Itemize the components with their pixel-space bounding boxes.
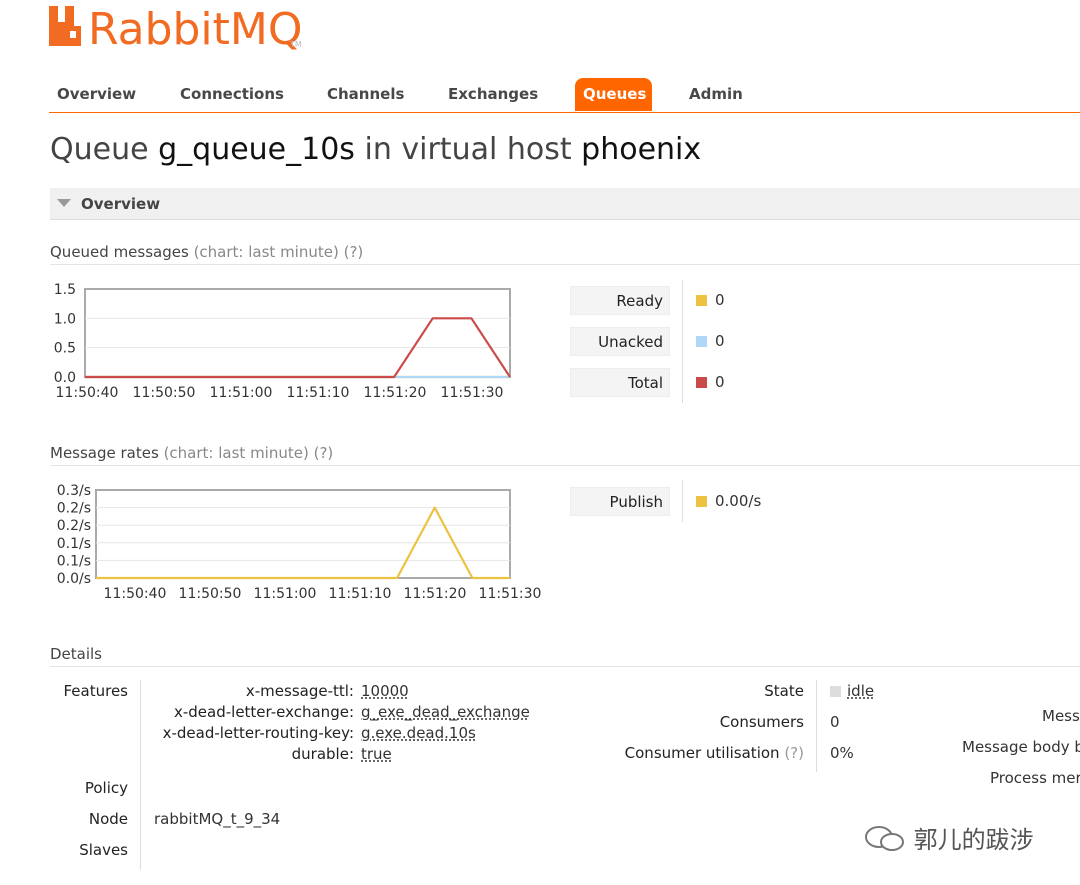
queue-name: g_queue_10s bbox=[158, 132, 355, 167]
legend-total-label: Total bbox=[570, 368, 670, 397]
details-divider-left bbox=[140, 680, 141, 870]
tab-channels[interactable]: Channels bbox=[319, 78, 412, 111]
queued-messages-heading: Queued messages (chart: last minute) (?) bbox=[50, 243, 1080, 265]
wechat-icon bbox=[865, 826, 904, 851]
overview-section-label: Overview bbox=[81, 195, 161, 213]
tab-admin[interactable]: Admin bbox=[681, 78, 751, 111]
consumers-label: Consumers bbox=[719, 713, 804, 731]
tab-exchanges[interactable]: Exchanges bbox=[440, 78, 546, 111]
rates-chart-x-tick-label: 11:50:50 bbox=[179, 586, 242, 602]
collapse-triangle-icon bbox=[57, 199, 71, 207]
legend-unacked-label: Unacked bbox=[570, 327, 670, 356]
publish-swatch bbox=[696, 496, 707, 507]
feature-value-ttl[interactable]: 10000 bbox=[361, 682, 409, 700]
message-rates-heading: Message rates (chart: last minute) (?) bbox=[50, 444, 1080, 466]
queued-chart-x-tick-label: 11:50:50 bbox=[133, 385, 196, 401]
details-divider-mid bbox=[816, 680, 817, 772]
queued-chart-y-tick-label: 1.5 bbox=[54, 282, 76, 298]
rates-chart-x-tick-label: 11:51:00 bbox=[254, 586, 317, 602]
legend-unacked-value: 0 bbox=[696, 327, 725, 356]
total-swatch bbox=[696, 377, 707, 388]
feature-value-dlrk[interactable]: g.exe.dead.10s bbox=[361, 724, 476, 742]
legend-publish-label: Publish bbox=[570, 487, 670, 516]
rabbit-logo-icon bbox=[49, 6, 81, 46]
rates-chart-y-tick-label: 0.2/s bbox=[57, 518, 91, 534]
ready-swatch bbox=[696, 295, 707, 306]
queued-messages-chart: 0.0 0.5 1.0 1.5 11:50:40 11:50:50 11:51:00 11:5… bbox=[54, 282, 511, 401]
logo-trademark: TM bbox=[290, 40, 302, 49]
legend-ready-label: Ready bbox=[570, 286, 670, 315]
consumer-utilisation-label: Consumer utilisation (?) bbox=[624, 744, 804, 762]
legend-divider bbox=[682, 280, 683, 403]
tab-queues[interactable]: Queues bbox=[575, 78, 652, 111]
overview-section-toggle[interactable]: Overview bbox=[50, 188, 1080, 220]
title-prefix: Queue bbox=[50, 132, 149, 167]
queued-chart-y-tick-label: 1.0 bbox=[54, 311, 76, 327]
rates-chart-y-tick-label: 0.1/s bbox=[57, 536, 91, 552]
consumer-utilisation-value: 0% bbox=[830, 744, 854, 762]
rates-legend-divider bbox=[682, 480, 683, 522]
state-value: idle bbox=[830, 682, 874, 700]
node-label: Node bbox=[88, 810, 128, 828]
rates-chart-y-tick-label: 0.3/s bbox=[57, 483, 91, 499]
consumers-value: 0 bbox=[830, 713, 840, 731]
feature-value-dlx[interactable]: g_exe_dead_exchange bbox=[361, 703, 530, 721]
tab-connections[interactable]: Connections bbox=[172, 78, 292, 111]
queued-chart-x-tick-label: 11:50:40 bbox=[56, 385, 119, 401]
right-col-label-2: Message body b bbox=[962, 738, 1080, 756]
feature-key-durable: durable: bbox=[291, 745, 354, 763]
rates-chart-x-tick-label: 11:51:30 bbox=[479, 586, 542, 602]
legend-ready-value: 0 bbox=[696, 286, 725, 315]
queued-chart-x-tick-label: 11:51:00 bbox=[210, 385, 273, 401]
message-rates-label: Message rates bbox=[50, 444, 159, 462]
policy-label: Policy bbox=[84, 779, 128, 797]
rates-chart-x-tick-label: 11:51:20 bbox=[404, 586, 467, 602]
rabbitmq-logo bbox=[49, 6, 87, 56]
queued-messages-hint[interactable]: (chart: last minute) (?) bbox=[194, 243, 364, 261]
legend-total-value: 0 bbox=[696, 368, 725, 397]
tab-overview[interactable]: Overview bbox=[49, 78, 144, 111]
queued-chart-x-tick-label: 11:51:20 bbox=[364, 385, 427, 401]
details-heading-label: Details bbox=[50, 645, 103, 663]
node-value: rabbitMQ_t_9_34 bbox=[154, 810, 281, 828]
queued-chart-y-tick-label: 0.0 bbox=[54, 370, 76, 386]
utilisation-help[interactable]: (?) bbox=[784, 744, 804, 762]
features-label: Features bbox=[63, 682, 129, 700]
vhost-name: phoenix bbox=[581, 132, 702, 167]
watermark: 郭儿的跋涉 bbox=[864, 820, 1034, 855]
rates-chart-x-tick-label: 11:51:10 bbox=[329, 586, 392, 602]
right-col-label-3: Process mer bbox=[990, 769, 1080, 787]
legend-publish-value: 0.00/s bbox=[696, 487, 761, 516]
logo-text: RabbitMQ bbox=[88, 4, 303, 55]
right-col-label-1: Mess bbox=[1042, 707, 1080, 725]
watermark-text: 郭儿的跋涉 bbox=[913, 826, 1034, 854]
message-rates-chart: 0.0/s 0.1/s0.1/s 0.2/s0.2/s 0.3/s 11:50:40 11… bbox=[57, 483, 542, 602]
queued-chart-x-tick-label: 11:51:30 bbox=[441, 385, 504, 401]
main-nav: Overview Connections Channels Exchanges … bbox=[49, 78, 1080, 113]
queued-chart-plot-frame bbox=[84, 288, 511, 378]
state-label: State bbox=[764, 682, 804, 700]
queued-messages-label: Queued messages bbox=[50, 243, 189, 261]
queued-chart-x-tick-label: 11:51:10 bbox=[287, 385, 350, 401]
feature-key-dlrk: x-dead-letter-routing-key: bbox=[162, 724, 354, 742]
message-rates-hint[interactable]: (chart: last minute) (?) bbox=[164, 444, 334, 462]
rates-chart-x-tick-label: 11:50:40 bbox=[104, 586, 167, 602]
title-mid: in virtual host bbox=[364, 132, 572, 167]
feature-key-dlx: x-dead-letter-exchange: bbox=[173, 703, 354, 721]
page-title: Queue g_queue_10s in virtual host phoeni… bbox=[50, 132, 701, 167]
queued-chart-y-tick-label: 0.5 bbox=[54, 341, 76, 357]
slaves-label: Slaves bbox=[79, 841, 128, 859]
rates-chart-y-tick-label: 0.0/s bbox=[57, 571, 91, 587]
feature-key-ttl: x-message-ttl: bbox=[245, 682, 354, 700]
rates-chart-y-tick-label: 0.1/s bbox=[57, 553, 91, 569]
unacked-swatch bbox=[696, 336, 707, 347]
details-heading: Details bbox=[50, 645, 1080, 667]
feature-value-durable[interactable]: true bbox=[361, 745, 392, 763]
rates-chart-y-tick-label: 0.2/s bbox=[57, 501, 91, 517]
idle-status-icon bbox=[830, 686, 841, 697]
